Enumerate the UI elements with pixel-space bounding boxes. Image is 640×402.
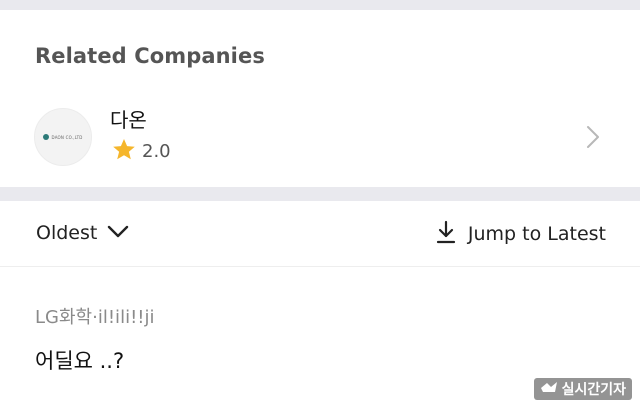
watermark: 실시간기자 [533, 378, 632, 400]
top-divider [0, 0, 640, 10]
chevron-down-icon [107, 224, 129, 243]
sort-label: Oldest [36, 222, 98, 244]
logo-mark [43, 134, 50, 140]
comment-handle: il!ili!!ji [97, 307, 155, 328]
watermark-text: 실시간기자 [561, 382, 626, 398]
watermark-logo-icon [540, 380, 558, 398]
comment-author[interactable]: LG화학 [35, 307, 92, 328]
sort-dropdown[interactable]: Oldest [36, 222, 129, 244]
related-company-item[interactable]: DAON CO.,LTD 다온 2.0 [0, 92, 640, 182]
chevron-right-icon[interactable] [586, 125, 600, 153]
download-icon [436, 220, 456, 248]
comment-toolbar: Oldest Jump to Latest [0, 202, 640, 267]
company-logo: DAON CO.,LTD [34, 108, 92, 166]
comment-body: 어딜요 ..? [35, 349, 125, 373]
company-name: 다온 [110, 108, 147, 132]
jump-label: Jump to Latest [467, 223, 606, 245]
star-icon [112, 138, 136, 165]
comment-header: LG화학·il!ili!!ji [35, 303, 155, 329]
logo-text: DAON CO.,LTD [51, 134, 83, 140]
company-rating: 2.0 [112, 138, 171, 165]
rating-value: 2.0 [142, 141, 171, 162]
jump-to-latest-button[interactable]: Jump to Latest [436, 220, 606, 248]
section-title: Related Companies [35, 44, 265, 68]
section-divider [0, 187, 640, 201]
